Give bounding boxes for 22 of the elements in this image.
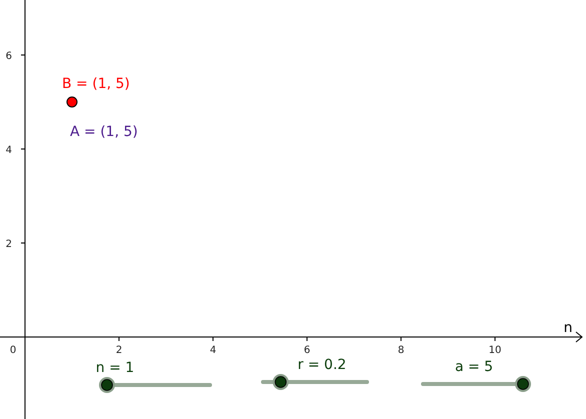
tick-label: 6: [6, 51, 12, 62]
point-label: A = (1, 5): [70, 124, 138, 140]
tick-label: 2: [116, 345, 122, 356]
origin-label: 0: [10, 345, 16, 356]
tick-label: 10: [488, 345, 502, 356]
tick-label: 6: [304, 345, 310, 356]
point[interactable]: [66, 96, 78, 108]
slider-label: n = 1: [96, 360, 134, 376]
slider-track[interactable]: [99, 377, 212, 393]
slider-track[interactable]: [421, 376, 531, 392]
slider-label: a = 5: [454, 359, 494, 375]
slider-track[interactable]: [261, 374, 369, 390]
slider-handle[interactable]: [515, 376, 531, 392]
slider-handle[interactable]: [99, 377, 115, 393]
axis-label: n: [564, 320, 572, 336]
tick-label: 2: [6, 239, 12, 250]
slider-label: r = 0.2: [298, 357, 346, 373]
tick-label: 4: [6, 145, 12, 156]
tick-label: 4: [210, 345, 216, 356]
slider-handle[interactable]: [272, 374, 289, 390]
point-label: B = (1, 5): [62, 76, 130, 92]
tick-label: 8: [398, 345, 404, 356]
